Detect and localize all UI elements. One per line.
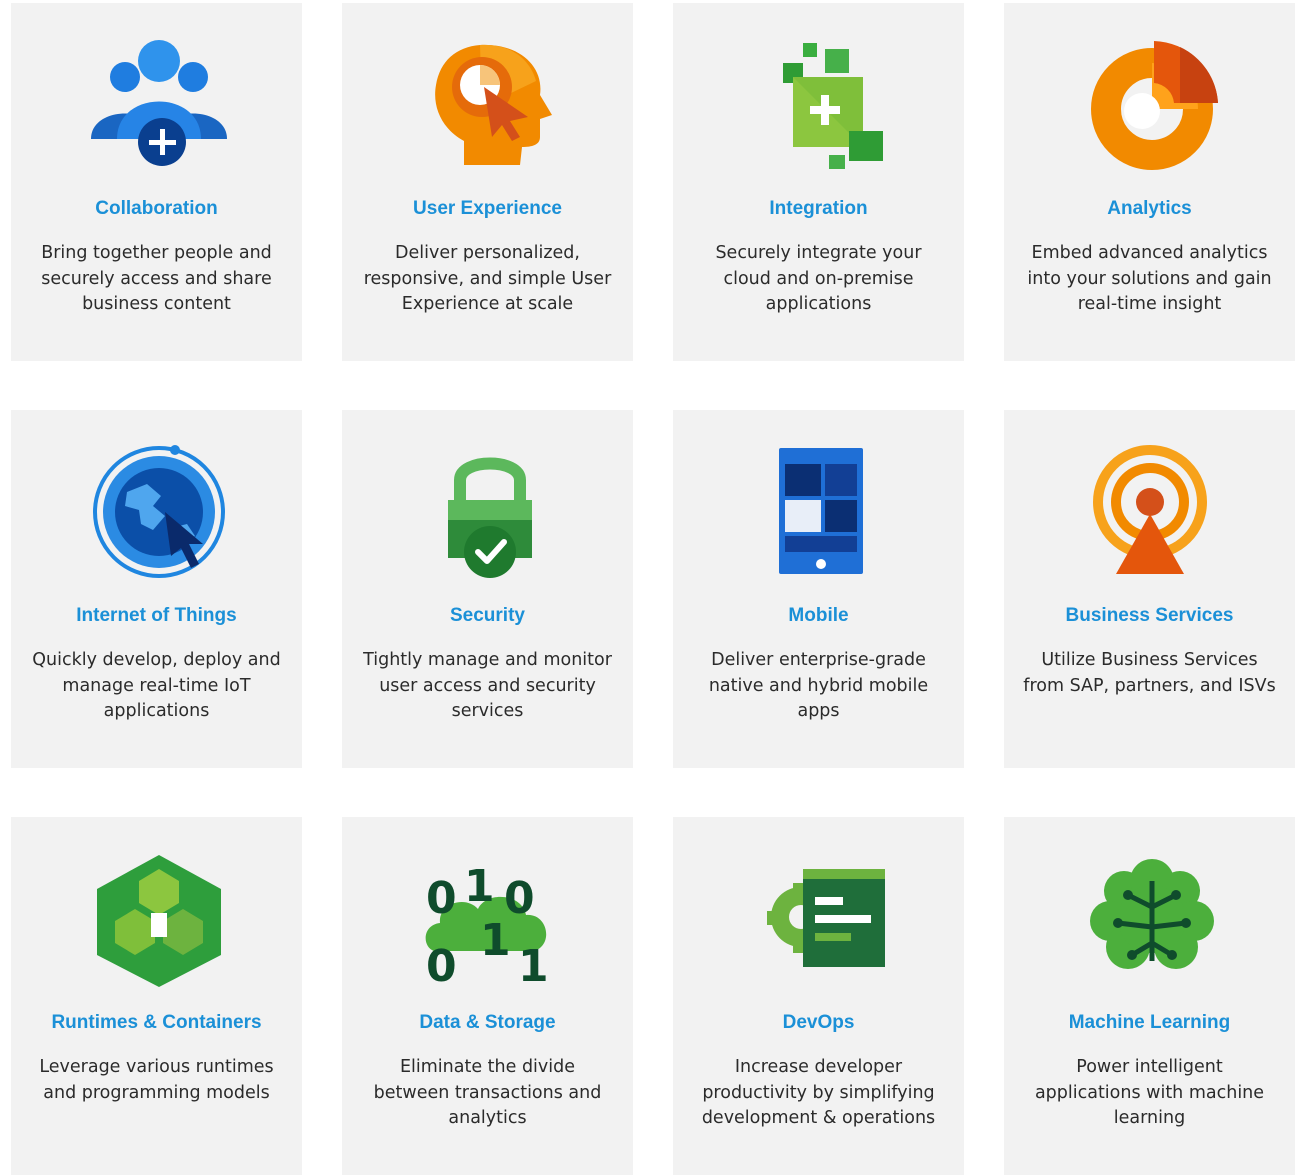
svg-text:0: 0 (426, 941, 457, 987)
tile-description: Deliver personalized, responsive, and si… (363, 243, 612, 314)
globe-icon (91, 444, 227, 580)
tile-title: Analytics (1107, 198, 1192, 219)
tile-description: Utilize Business Services from SAP, part… (1023, 650, 1276, 696)
tile-title: Security (450, 605, 525, 626)
tile-title: Machine Learning (1068, 1012, 1231, 1033)
tile-business-services[interactable]: Business Services Utilize Business Servi… (1004, 410, 1295, 768)
tile-integration[interactable]: Integration Securely integrate your clou… (673, 3, 964, 361)
integration-icon (753, 37, 889, 173)
tile-title: DevOps (782, 1012, 855, 1033)
tile-description: Securely integrate your cloud and on-pre… (715, 243, 922, 314)
capabilities-grid: Collaboration Bring together people and … (11, 3, 1295, 1175)
analytics-icon (1084, 37, 1220, 173)
svg-text:0: 0 (426, 873, 457, 924)
tile-collaboration[interactable]: Collaboration Bring together people and … (11, 3, 302, 361)
tile-machine-learning[interactable]: Machine Learning Power intelligent appli… (1004, 817, 1295, 1175)
tile-mobile[interactable]: Mobile Deliver enterprise-grade native a… (673, 410, 964, 768)
collaboration-icon (91, 37, 227, 173)
containers-icon (91, 851, 227, 987)
tile-user-experience[interactable]: User Experience Deliver personalized, re… (342, 3, 633, 361)
lock-icon (422, 444, 558, 580)
data-storage-icon: 0 1 0 1 0 1 (422, 851, 558, 987)
tile-data-storage[interactable]: 0 1 0 1 0 1 Data & Storage Eliminate the… (342, 817, 633, 1175)
tile-description: Quickly develop, deploy and manage real-… (32, 650, 281, 721)
svg-text:1: 1 (518, 941, 549, 987)
tile-security[interactable]: Security Tightly manage and monitor user… (342, 410, 633, 768)
tile-title: Business Services (1065, 605, 1234, 626)
tile-description: Power intelligent applications with mach… (1034, 1057, 1265, 1128)
tile-title: Collaboration (95, 198, 218, 219)
tile-title: Data & Storage (419, 1012, 556, 1033)
tile-description: Deliver enterprise-grade native and hybr… (708, 650, 929, 721)
tile-description: Tightly manage and monitor user access a… (363, 650, 612, 721)
brain-icon (1084, 851, 1220, 987)
tile-analytics[interactable]: Analytics Embed advanced analytics into … (1004, 3, 1295, 361)
tile-title: Integration (769, 198, 868, 219)
tile-title: User Experience (413, 198, 562, 219)
svg-text:1: 1 (464, 861, 495, 912)
tile-title: Mobile (788, 605, 849, 626)
svg-text:1: 1 (480, 915, 511, 966)
mobile-icon (753, 444, 889, 580)
tile-runtimes-containers[interactable]: Runtimes & Containers Leverage various r… (11, 817, 302, 1175)
broadcast-icon (1084, 444, 1220, 580)
tile-devops[interactable]: DevOps Increase developer productivity b… (673, 817, 964, 1175)
tile-description: Embed advanced analytics into your solut… (1027, 243, 1272, 314)
tile-description: Bring together people and securely acces… (41, 243, 272, 314)
devops-icon (753, 851, 889, 987)
tile-description: Leverage various runtimes and programmin… (39, 1057, 274, 1103)
tile-title: Internet of Things (76, 605, 237, 626)
tile-title: Runtimes & Containers (51, 1012, 262, 1033)
user-experience-icon (422, 37, 558, 173)
tile-description: Increase developer productivity by simpl… (701, 1057, 936, 1128)
tile-internet-of-things[interactable]: Internet of Things Quickly develop, depl… (11, 410, 302, 768)
tile-description: Eliminate the divide between transaction… (373, 1057, 602, 1128)
